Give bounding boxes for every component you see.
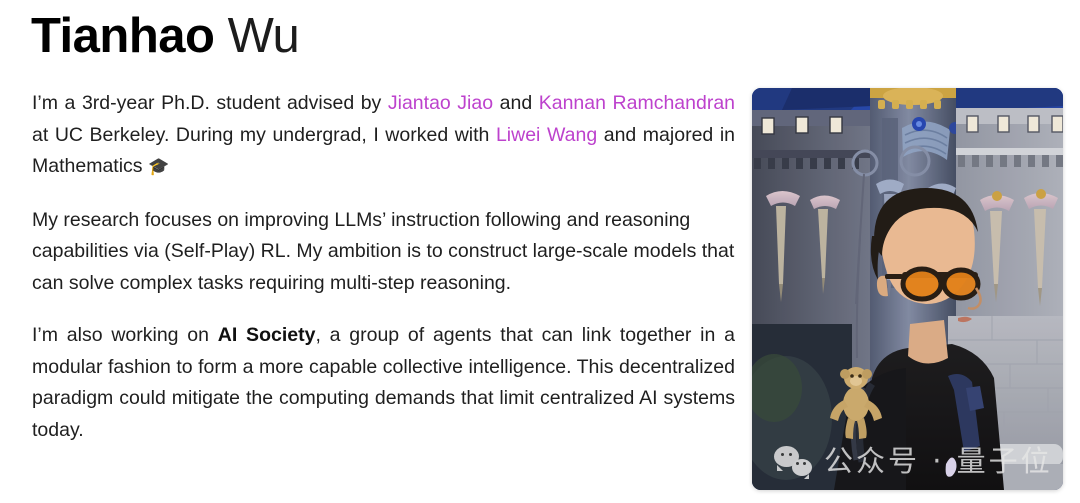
bio-paragraph-2: My research focuses on improving LLMs’ i… [32, 208, 735, 294]
bio-p3-emphasis-ai-society: AI Society [217, 324, 316, 346]
link-jiantao-jiao[interactable]: Jiantao Jiao [388, 92, 493, 114]
bio-p1-text-1: I’m a 3rd-year Ph.D. student advised by [32, 92, 388, 114]
link-kannan-ramchandran[interactable]: Kannan Ramchandran [539, 92, 735, 114]
profile-photo: 公众号 · 量子位 [752, 88, 1063, 490]
profile-photo-image [752, 88, 1063, 490]
bio-column: I’m a 3rd-year Ph.D. student advised by … [32, 88, 735, 446]
link-liwei-wang[interactable]: Liwei Wang [496, 124, 597, 146]
bio-p1-text-3: at UC Berkeley. During my undergrad, I w… [32, 123, 496, 146]
graduation-cap-icon: 🎓 [147, 157, 170, 177]
bio-p3-text-1: I’m also working on [32, 324, 218, 346]
profile-page: Tianhao Wu I’m a 3rd-year Ph.D. student … [0, 0, 1080, 503]
page-title-given-name: Tianhao [31, 9, 215, 63]
page-title: Tianhao Wu [31, 4, 300, 68]
page-title-family-name: Wu [227, 9, 300, 63]
bio-p1-text-2: and [493, 92, 539, 114]
bio-paragraph-3: I’m also working on AI Society, a group … [32, 320, 735, 446]
bio-paragraph-1: I’m a 3rd-year Ph.D. student advised by … [32, 88, 735, 184]
